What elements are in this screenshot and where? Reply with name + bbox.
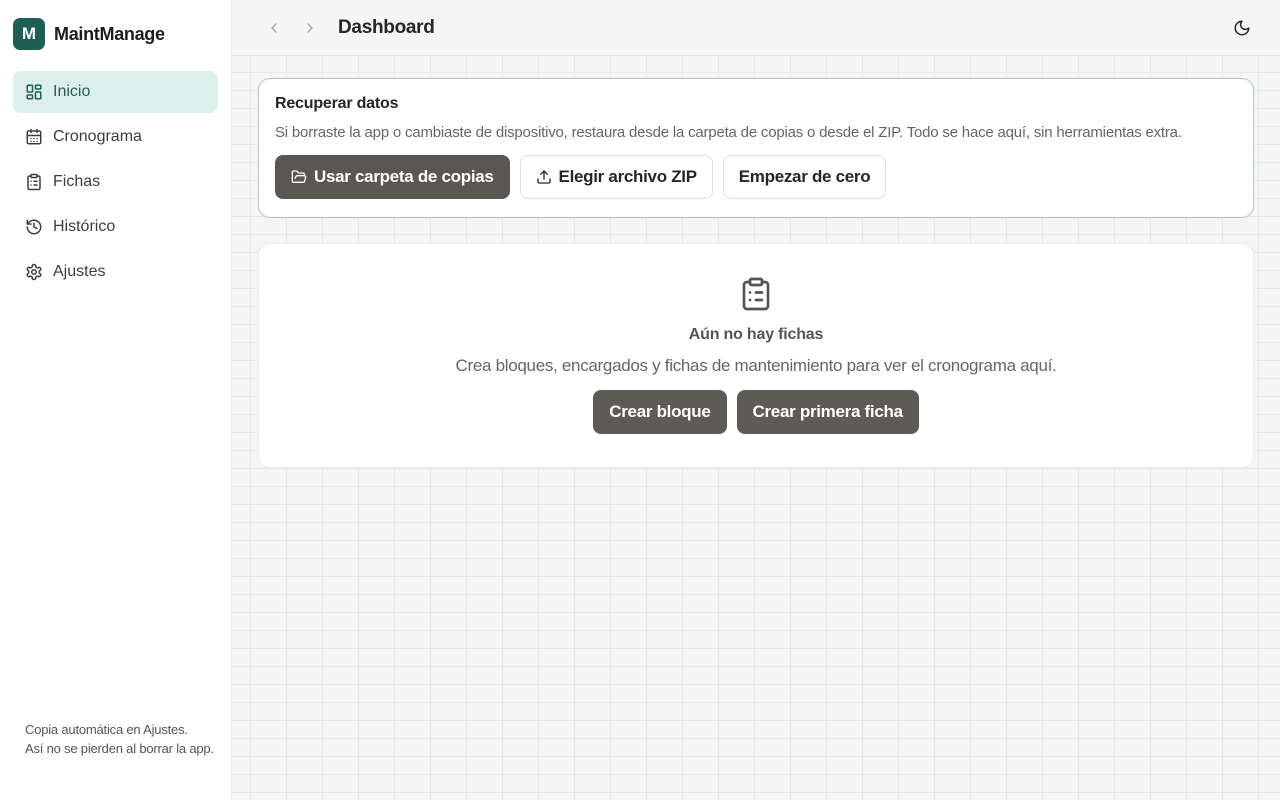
clipboard-icon [25, 173, 43, 191]
main-area: Dashboard Recuperar datos Si borraste la… [232, 0, 1280, 800]
use-backup-folder-label: Usar carpeta de copias [314, 167, 494, 186]
sidebar-item-historico[interactable]: Histórico [13, 206, 218, 248]
brand-name: MaintManage [54, 23, 165, 44]
sidebar-nav: Inicio Cronograma Fichas Histórico Ajust… [13, 71, 218, 293]
upload-icon [536, 169, 552, 185]
empty-state-title: Aún no hay fichas [688, 326, 824, 343]
create-block-button[interactable]: Crear bloque [593, 390, 727, 434]
empty-state-card: Aún no hay fichas Crea bloques, encargad… [258, 243, 1254, 468]
backup-hint-line1: Copia automática en Ajustes. [25, 722, 188, 737]
content: Recuperar datos Si borraste la app o cam… [232, 56, 1280, 468]
back-button[interactable] [260, 14, 288, 42]
choose-zip-button[interactable]: Elegir archivo ZIP [519, 155, 713, 199]
sidebar-item-inicio[interactable]: Inicio [13, 71, 218, 113]
page-title: Dashboard [338, 16, 435, 38]
sidebar-item-label: Fichas [53, 173, 101, 190]
chevron-right-icon [307, 22, 313, 33]
backup-hint: Copia automática en Ajustes. Así no se p… [25, 720, 214, 758]
forward-button[interactable] [296, 14, 324, 42]
empty-state-description: Crea bloques, encargados y fichas de man… [455, 356, 1057, 375]
sidebar-item-label: Cronograma [53, 128, 142, 145]
sidebar: M MaintManage Inicio Cronograma Fichas H… [0, 0, 232, 800]
sidebar-item-label: Inicio [53, 83, 91, 100]
dashboard-icon [25, 83, 43, 101]
brand-logo: M [13, 18, 45, 50]
create-block-label: Crear bloque [609, 402, 711, 421]
create-first-record-label: Crear primera ficha [752, 402, 904, 421]
app-root: M MaintManage Inicio Cronograma Fichas H… [0, 0, 1280, 800]
topbar: Dashboard [232, 0, 1280, 56]
calendar-icon [25, 128, 43, 146]
gear-icon [25, 263, 43, 281]
recover-actions: Usar carpeta de copias Elegir archivo ZI… [275, 155, 1237, 199]
clipboard-list-icon [738, 276, 774, 312]
start-fresh-button[interactable]: Empezar de cero [722, 155, 887, 199]
sidebar-item-label: Histórico [53, 218, 116, 235]
choose-zip-label: Elegir archivo ZIP [558, 167, 698, 186]
recover-description: Si borraste la app o cambiaste de dispos… [275, 124, 1182, 141]
chevron-left-icon [271, 22, 277, 33]
history-icon [25, 218, 43, 236]
recover-title: Recuperar datos [275, 95, 399, 112]
folder-open-icon [291, 169, 307, 185]
moon-icon [1234, 20, 1250, 35]
sidebar-item-label: Ajustes [53, 263, 106, 280]
recover-data-card: Recuperar datos Si borraste la app o cam… [258, 78, 1254, 218]
sidebar-item-cronograma[interactable]: Cronograma [13, 116, 218, 158]
sidebar-item-ajustes[interactable]: Ajustes [13, 251, 218, 293]
backup-hint-line2: Así no se pierden al borrar la app. [25, 741, 214, 756]
start-fresh-label: Empezar de cero [738, 167, 871, 186]
empty-state-actions: Crear bloque Crear primera ficha [593, 390, 919, 434]
create-first-record-button[interactable]: Crear primera ficha [736, 390, 919, 434]
theme-toggle-button[interactable] [1228, 14, 1256, 42]
use-backup-folder-button[interactable]: Usar carpeta de copias [275, 155, 510, 199]
sidebar-item-fichas[interactable]: Fichas [13, 161, 218, 203]
brand[interactable]: M MaintManage [13, 18, 218, 50]
